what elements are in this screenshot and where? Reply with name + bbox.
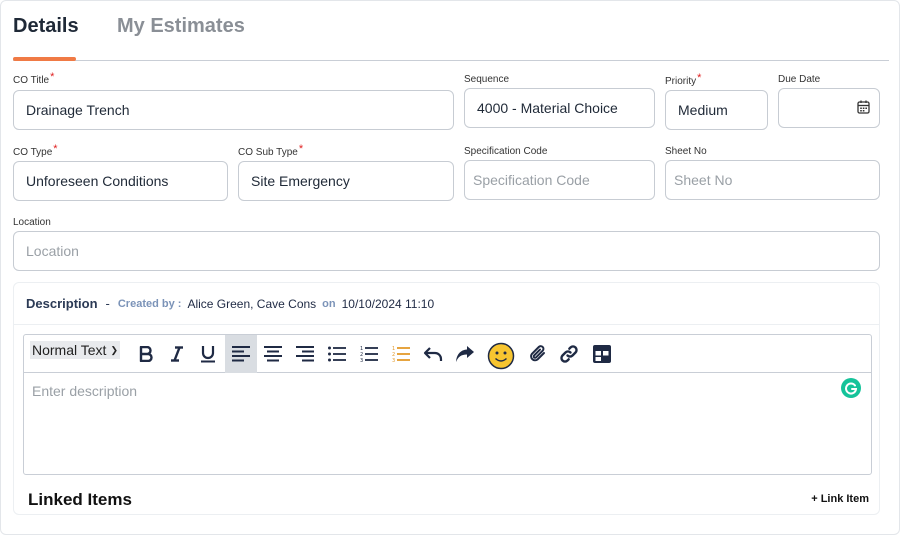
sheet-no-input[interactable]: Sheet No [665,160,880,200]
due-date-input[interactable] [778,88,880,128]
svg-text:3: 3 [392,358,395,362]
created-timestamp: 10/10/2024 11:10 [341,296,435,311]
align-left-icon[interactable] [225,335,257,373]
svg-text:3: 3 [360,358,363,362]
align-center-icon[interactable] [261,335,285,373]
required-marker: * [53,143,58,155]
chevron-down-icon: ❯ [110,344,118,355]
location-label: Location [13,217,51,228]
description-editor[interactable]: Normal Text ❯ 1 2 3 1 2 3 Enter descript… [23,334,872,475]
attachment-icon[interactable] [526,335,550,373]
co-sub-type-label: CO Sub Type* [238,143,304,158]
grammarly-icon[interactable] [841,378,861,398]
link-icon[interactable] [557,335,581,373]
tab-details[interactable]: Details [13,15,79,38]
active-tab-indicator [13,57,76,61]
tabs-divider [13,60,889,61]
on-label: on [322,297,336,310]
underline-icon[interactable] [196,335,220,373]
created-by-value: Alice Green, Cave Cons [187,296,317,311]
co-title-label: CO Title* [13,71,55,86]
co-title-input[interactable]: Drainage Trench [13,90,454,130]
specification-code-label: Specification Code [464,146,548,157]
location-input[interactable]: Location [13,231,880,271]
co-sub-type-select[interactable]: Site Emergency [238,161,454,201]
redo-icon[interactable] [453,335,477,373]
change-order-panel: Details My Estimates CO Title* Drainage … [0,0,900,535]
description-card: Description - Created by : Alice Green, … [13,282,880,515]
required-marker: * [50,71,55,83]
table-icon[interactable] [590,335,614,373]
tab-my-estimates[interactable]: My Estimates [117,15,245,38]
description-header: Description - Created by : Alice Green, … [14,283,879,325]
priority-select[interactable]: Medium [665,90,768,130]
required-marker: * [298,143,304,155]
due-date-label: Due Date [778,74,821,85]
sequence-input[interactable]: 4000 - Material Choice [464,88,655,128]
description-textarea[interactable]: Enter description [32,383,137,399]
calendar-icon[interactable] [857,100,870,117]
co-type-select[interactable]: Unforeseen Conditions [13,161,228,201]
link-item-button[interactable]: + Link Item [811,493,869,505]
checklist-icon[interactable]: 123 [389,335,413,373]
numbered-list-icon[interactable]: 123 [357,335,381,373]
specification-code-input[interactable]: Specification Code [464,160,655,200]
bold-icon[interactable] [134,335,158,373]
linked-items-title: Linked Items [28,490,132,509]
italic-icon[interactable] [165,335,189,373]
text-format-select[interactable]: Normal Text ❯ [30,341,120,359]
description-separator: - [105,296,110,311]
emoji-icon[interactable] [486,337,516,375]
sequence-label: Sequence [464,74,510,85]
required-marker: * [697,72,702,84]
description-title: Description [26,296,98,311]
co-type-label: CO Type* [13,143,58,158]
sheet-no-label: Sheet No [665,146,707,157]
priority-label: Priority* [665,72,702,87]
align-right-icon[interactable] [293,335,317,373]
bullet-list-icon[interactable] [325,335,349,373]
editor-toolbar: Normal Text ❯ 1 2 3 1 2 3 [24,335,871,373]
created-by-label: Created by : [117,297,182,310]
undo-icon[interactable] [421,335,445,373]
